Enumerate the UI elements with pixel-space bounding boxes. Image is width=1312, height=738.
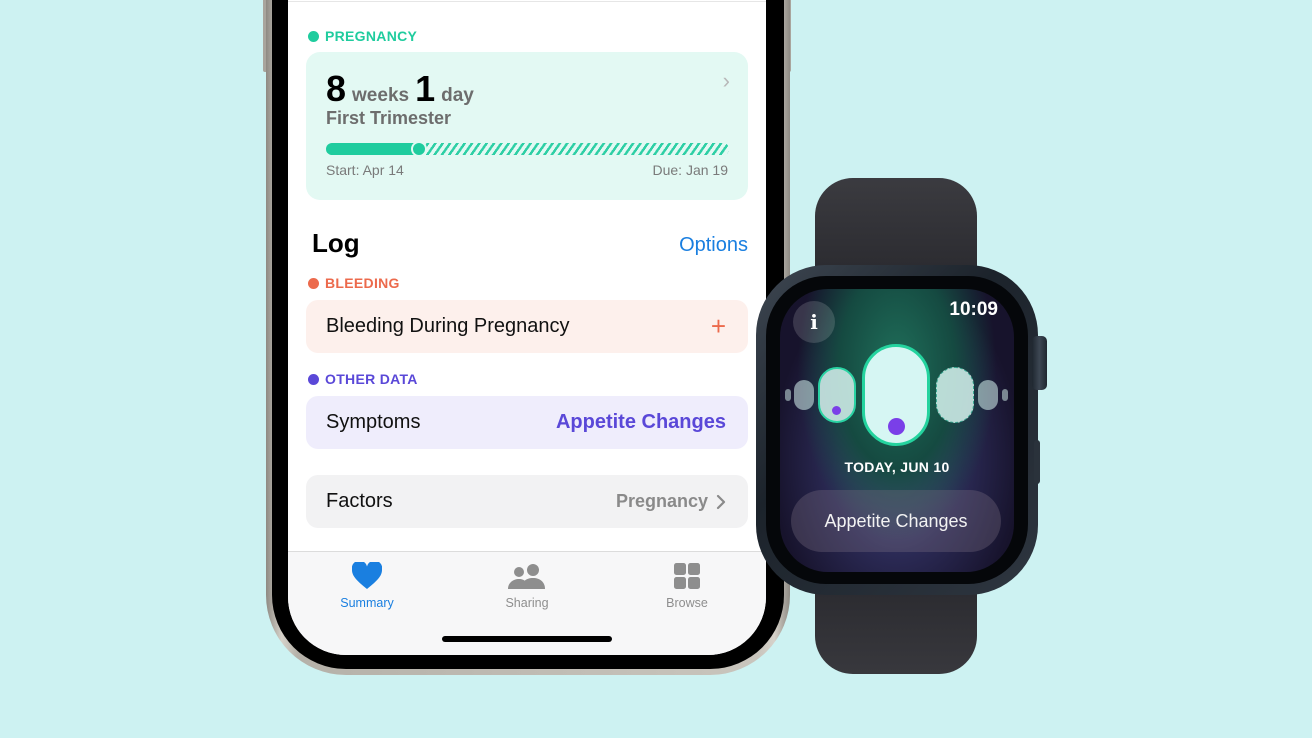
- bleeding-row-label: Bleeding During Pregnancy: [326, 315, 570, 337]
- factors-row-label: Factors: [326, 490, 393, 512]
- tab-sharing[interactable]: Sharing: [467, 560, 587, 610]
- factors-value-group: Pregnancy: [616, 491, 726, 512]
- symptoms-row[interactable]: Symptoms Appetite Changes: [306, 396, 748, 449]
- pregnancy-dot-icon: [308, 30, 319, 42]
- people-icon: [467, 560, 587, 592]
- info-icon[interactable]: i: [793, 301, 835, 343]
- symptom-dot: [832, 406, 841, 415]
- watch-time: 10:09: [949, 299, 998, 320]
- home-indicator[interactable]: [442, 636, 612, 642]
- trimester-label: First Trimester: [326, 108, 452, 128]
- symptom-dot: [888, 418, 905, 435]
- day-pill[interactable]: [1002, 389, 1008, 401]
- iphone-screen: PREGNANCY 8 weeks 1 day First Trimester …: [288, 0, 766, 655]
- chevron-right-icon: [716, 494, 726, 509]
- factors-row-value: Pregnancy: [615, 491, 708, 511]
- watch-screen: i 10:09 TODAY, JUN 10 Appetite Changes: [780, 289, 1014, 572]
- weeks-value: 8: [326, 68, 347, 109]
- pregnancy-card[interactable]: 8 weeks 1 day First Trimester › Start: A…: [306, 52, 748, 200]
- nav-divider: [288, 1, 766, 2]
- bleeding-row[interactable]: Bleeding During Pregnancy +: [306, 300, 748, 353]
- options-button[interactable]: Options: [679, 234, 748, 257]
- pregnancy-section-label: PREGNANCY: [308, 28, 417, 44]
- log-heading: Log: [312, 228, 360, 258]
- day-pill[interactable]: [818, 367, 856, 423]
- factors-row[interactable]: Factors Pregnancy: [306, 475, 748, 528]
- gestational-age: 8 weeks 1 day: [326, 68, 474, 110]
- heart-icon: [307, 560, 427, 592]
- weeks-unit: weeks: [352, 85, 410, 106]
- progress-marker: [410, 141, 427, 157]
- tab-sharing-label: Sharing: [505, 596, 549, 610]
- start-date: Start: Apr 14: [326, 162, 404, 178]
- day-pill[interactable]: [785, 389, 791, 401]
- watch-date-label: TODAY, JUN 10: [844, 459, 950, 475]
- day-pill[interactable]: [936, 367, 974, 423]
- watch-side-button[interactable]: [1034, 440, 1040, 484]
- day-pill[interactable]: [978, 380, 998, 410]
- days-unit: day: [441, 85, 474, 106]
- progress-fill: [326, 143, 419, 155]
- bleeding-section-label: BLEEDING: [308, 275, 400, 291]
- days-value: 1: [415, 68, 436, 109]
- symptoms-row-label: Symptoms: [326, 411, 421, 433]
- watch-band-top: [815, 178, 977, 278]
- tab-browse-label: Browse: [666, 596, 708, 610]
- tab-browse[interactable]: Browse: [627, 560, 747, 610]
- pregnancy-progress-bar: [326, 141, 729, 157]
- chevron-right-icon: ›: [722, 68, 730, 93]
- tab-summary[interactable]: Summary: [307, 560, 427, 610]
- appetite-changes-button[interactable]: Appetite Changes: [791, 490, 1001, 552]
- pregnancy-label-text: PREGNANCY: [325, 28, 418, 44]
- symptoms-row-value: Appetite Changes: [555, 411, 726, 433]
- other-data-label-text: OTHER DATA: [325, 371, 418, 387]
- day-pill[interactable]: [794, 380, 814, 410]
- day-pill-selected[interactable]: [862, 344, 930, 446]
- other-data-section-label: OTHER DATA: [308, 371, 418, 387]
- due-date: Due: Jan 19: [652, 162, 729, 178]
- bleeding-dot-icon: [308, 277, 319, 289]
- plus-icon[interactable]: +: [711, 311, 726, 342]
- tab-summary-label: Summary: [340, 596, 394, 610]
- bleeding-label-text: BLEEDING: [325, 275, 400, 291]
- digital-crown[interactable]: [1032, 336, 1047, 390]
- other-data-dot-icon: [308, 373, 319, 385]
- grid-icon: [627, 560, 747, 592]
